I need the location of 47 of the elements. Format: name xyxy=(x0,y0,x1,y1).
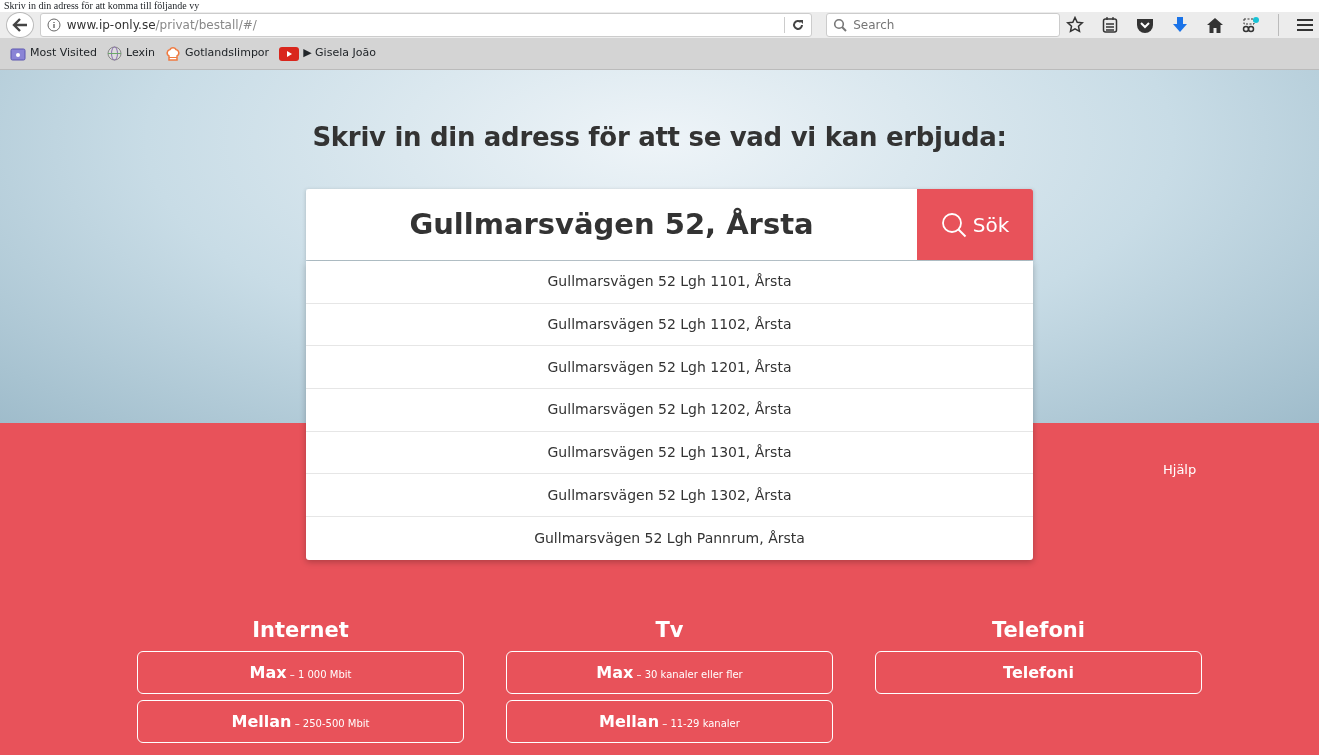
search-button[interactable]: Sök xyxy=(917,189,1033,260)
plan-button[interactable]: Telefoni xyxy=(875,651,1202,694)
category-heading: Tv xyxy=(654,617,685,643)
bookmark-item[interactable]: Lexin xyxy=(106,45,155,62)
url-text: www.ip-only.se/privat/bestall/#/ xyxy=(66,17,257,34)
plan-button[interactable]: Max – 30 kanaler eller fler xyxy=(506,651,833,694)
plan-button[interactable]: Mellan – 250-500 Mbit xyxy=(137,700,464,743)
search-icon xyxy=(833,18,848,32)
suggestion-item[interactable]: Gullmarsvägen 52 Lgh 1201, Årsta xyxy=(306,346,1033,390)
suggestion-item[interactable]: Gullmarsvägen 52 Lgh Pannrum, Årsta xyxy=(306,517,1033,560)
help-link[interactable]: Hjälp xyxy=(1163,460,1197,480)
suggestion-item[interactable]: Gullmarsvägen 52 Lgh 1101, Årsta xyxy=(306,261,1033,304)
home-icon[interactable] xyxy=(1206,16,1224,34)
folder-icon xyxy=(10,46,26,61)
bookmark-label[interactable]: ▶ Gisela João xyxy=(303,45,376,62)
suggestion-item[interactable]: Gullmarsvägen 52 Lgh 1102, Årsta xyxy=(306,303,1033,347)
category-heading: Internet xyxy=(251,617,350,643)
bookmark-item[interactable]: ▶ Gisela João xyxy=(279,45,376,62)
plan-button[interactable]: Max – 1 000 Mbit xyxy=(137,651,464,694)
globe-icon xyxy=(106,46,122,61)
bookmark-item[interactable]: Gotlandslimpor xyxy=(165,45,270,62)
suggestion-item[interactable]: Gullmarsvägen 52 Lgh 1302, Årsta xyxy=(306,474,1033,518)
bookmark-star-icon[interactable] xyxy=(1066,16,1084,34)
plan-button[interactable]: Mellan – 11-29 kanaler xyxy=(506,700,833,743)
category-heading: Telefoni xyxy=(991,617,1086,643)
pocket-icon[interactable] xyxy=(1136,17,1154,33)
bookmark-item[interactable]: Most Visited xyxy=(10,45,97,62)
suggestion-item[interactable]: Gullmarsvägen 52 Lgh 1301, Årsta xyxy=(306,431,1033,475)
reading-list-icon[interactable] xyxy=(1102,16,1118,34)
bookmark-label[interactable]: Most Visited xyxy=(30,45,97,62)
suggestion-item[interactable]: Gullmarsvägen 52 Lgh 1202, Årsta xyxy=(306,389,1033,432)
info-icon[interactable] xyxy=(46,18,61,32)
back-button[interactable] xyxy=(6,12,34,38)
reload-icon[interactable] xyxy=(791,18,806,32)
back-arrow-icon xyxy=(11,18,28,32)
document-caption: Skriv in din adress för att komma till följande vy xyxy=(4,0,200,12)
search-icon xyxy=(940,211,967,238)
bookmark-label[interactable]: Lexin xyxy=(125,45,155,62)
bookmark-label[interactable]: Gotlandslimpor xyxy=(185,45,270,62)
chef-hat-icon xyxy=(165,45,181,62)
address-bar[interactable]: www.ip-only.se/privat/bestall/#/ xyxy=(39,13,813,37)
play-icon xyxy=(279,46,300,61)
menu-icon[interactable] xyxy=(1297,18,1313,32)
search-bar[interactable]: Search xyxy=(826,13,1060,37)
hero-heading: Skriv in din adress för att se vad vi kan erbjuda: xyxy=(311,121,1008,154)
download-icon[interactable] xyxy=(1172,16,1188,34)
address-input-field[interactable]: Gullmarsvägen 52, Årsta xyxy=(306,189,917,260)
